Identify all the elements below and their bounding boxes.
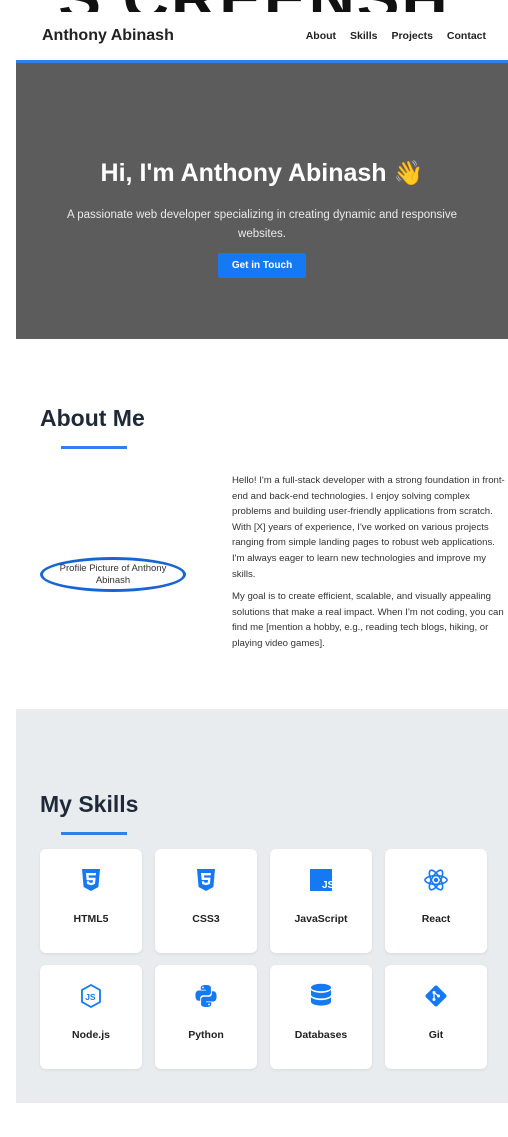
about-body: Profile Picture of Anthony Abinash Hello… <box>40 473 508 659</box>
nav-links: About Skills Projects Contact <box>306 30 486 42</box>
skill-label: Git <box>428 1029 444 1041</box>
svg-text:JS: JS <box>322 880 332 891</box>
git-icon <box>423 983 449 1009</box>
skill-label: CSS3 <box>192 913 220 925</box>
footer-strip <box>16 1103 508 1137</box>
profile-picture: Profile Picture of Anthony Abinash <box>40 557 186 592</box>
about-title: About Me <box>40 405 145 431</box>
skill-card-git: Git <box>385 965 487 1069</box>
nav-link-projects[interactable]: Projects <box>391 30 432 42</box>
hero-subtitle: A passionate web developer specializing … <box>67 209 457 240</box>
skill-card-react: React <box>385 849 487 953</box>
skills-title-underline <box>61 832 127 835</box>
hero-title-text: Hi, I'm Anthony Abinash <box>100 159 387 187</box>
navbar: Anthony Abinash About Skills Projects Co… <box>16 12 508 63</box>
skill-card-css3: CSS3 <box>155 849 257 953</box>
about-paragraph: My goal is to create efficient, scalable… <box>232 591 504 649</box>
skill-label: Databases <box>294 1029 348 1041</box>
skill-label: HTML5 <box>73 913 109 925</box>
react-icon <box>423 867 449 893</box>
about-text: Hello! I'm a full-stack developer with a… <box>232 473 508 659</box>
skill-card-javascript: JS JavaScript <box>270 849 372 953</box>
about-title-underline <box>61 446 127 449</box>
about-paragraph: Hello! I'm a full-stack developer with a… <box>232 475 505 580</box>
database-icon <box>308 983 334 1009</box>
skills-grid: HTML5 CSS3 JS JavaScript React JS Node.j… <box>40 849 508 1069</box>
skills-title: My Skills <box>40 791 139 817</box>
get-in-touch-button[interactable]: Get in Touch <box>217 253 307 278</box>
nav-link-contact[interactable]: Contact <box>447 30 486 42</box>
skill-label: JavaScript <box>294 913 348 925</box>
nodejs-icon: JS <box>78 983 104 1009</box>
js-icon: JS <box>308 867 334 893</box>
skill-card-databases: Databases <box>270 965 372 1069</box>
hero-title: Hi, I'm Anthony Abinash 👋 <box>16 159 508 188</box>
css3-icon <box>193 867 219 893</box>
skill-card-python: Python <box>155 965 257 1069</box>
html5-icon <box>78 867 104 893</box>
skill-card-nodejs: JS Node.js <box>40 965 142 1069</box>
waving-hand-icon: 👋 <box>393 160 424 187</box>
skill-label: React <box>421 913 451 925</box>
about-section: About Me Profile Picture of Anthony Abin… <box>16 339 508 711</box>
skills-section: My Skills HTML5 CSS3 JS JavaScript React… <box>16 711 508 1103</box>
skill-label: Node.js <box>72 1029 110 1041</box>
brand-name[interactable]: Anthony Abinash <box>42 27 174 45</box>
skill-label: Python <box>188 1029 224 1041</box>
hero-section: Hi, I'm Anthony Abinash 👋 A passionate w… <box>16 63 508 339</box>
nav-link-about[interactable]: About <box>306 30 336 42</box>
svg-text:JS: JS <box>85 992 96 1002</box>
nav-link-skills[interactable]: Skills <box>350 30 377 42</box>
skill-card-html5: HTML5 <box>40 849 142 953</box>
portfolio-page: Anthony Abinash About Skills Projects Co… <box>16 12 508 1137</box>
python-icon <box>193 983 219 1009</box>
